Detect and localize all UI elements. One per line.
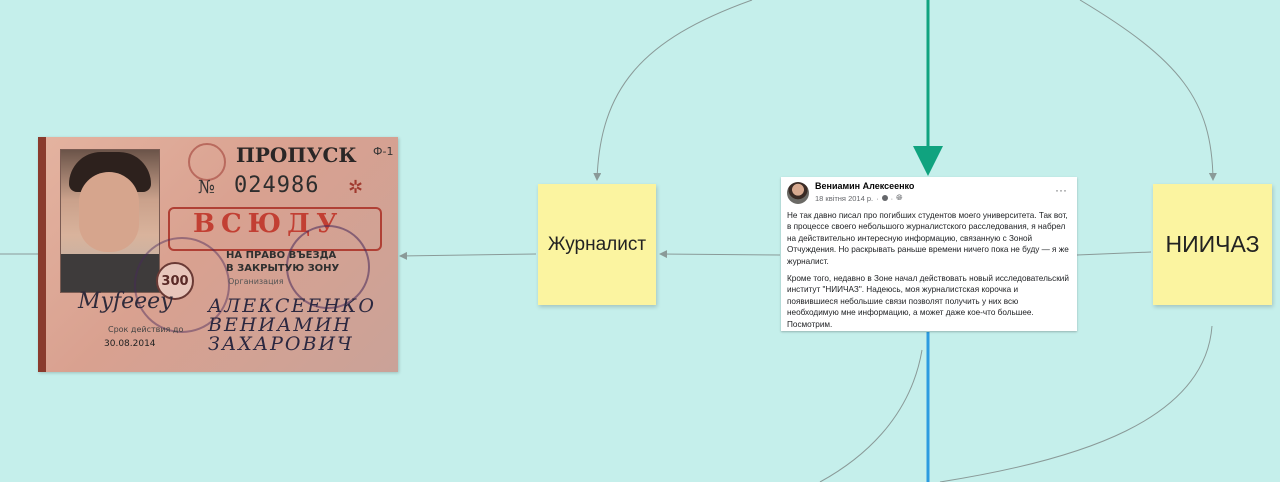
globe-icon: 🌐︎ [896,193,903,202]
pass-signature: Myfeeеу [78,289,173,314]
pass-number-sign: № [198,177,216,198]
sticky-note-journalist[interactable]: Журналист [538,184,656,305]
pass-title: ПРОПУСК [236,143,357,167]
connector-top-to-journalist [593,0,753,181]
post-author[interactable]: Вениамин Алексеенко [815,181,914,191]
connector-post-to-journalist [659,250,781,259]
separator-dot-icon-2: · [890,193,894,203]
settings-icon [881,195,888,201]
connector-top-to-niichaz [1079,0,1217,181]
pass-organization-label: Организация [228,277,284,286]
sticky-note-niichaz[interactable]: НИИЧАЗ [1153,184,1272,305]
pass-flourish-mark [188,143,226,181]
photo-face [79,172,139,252]
connector-post-bottom [819,349,923,482]
mind-map-canvas[interactable]: ПРОПУСК Ф-1 № 024986 ✲ ВСЮДУ НА ПРАВО ВЪ… [0,0,1280,482]
pass-right-line-1: НА ПРАВО ВЪЕЗДА [226,250,337,261]
social-post-card[interactable]: Вениамин Алексеенко 18 квітня 2014 р. · … [781,177,1077,331]
star-icon: ✲ [348,177,364,197]
avatar[interactable] [787,182,809,204]
more-options-icon[interactable]: ··· [1055,183,1067,197]
connector-journalist-to-pass [399,251,537,260]
pass-left-stripe [38,137,46,372]
post-paragraph: Не так давно писал про погибших студенто… [787,211,1069,266]
connector-niichaz-bottom [939,325,1213,482]
sticky-note-journalist-text: Журналист [547,233,647,255]
pass-document-image[interactable]: ПРОПУСК Ф-1 № 024986 ✲ ВСЮДУ НА ПРАВО ВЪ… [38,137,398,372]
pass-validity-label: Срок действия до [108,325,184,334]
post-paragraph: Кроме того, недавно в Зоне начал действо… [787,274,1069,329]
pass-holder-name: АЛЕКСЕЕНКО ВЕНИАМИН ЗАХАРОВИЧ [208,295,376,355]
post-body: Не так давно писал про погибших студенто… [787,210,1071,336]
pass-form-code: Ф-1 [373,145,394,158]
post-meta: 18 квітня 2014 р. · · 🌐︎ [815,193,903,203]
connector-post-to-niichaz [1076,251,1152,256]
pass-validity-date: 30.08.2014 [104,339,156,349]
pass-right-line-2: В ЗАКРЫТУЮ ЗОНУ [226,263,340,274]
pass-number: 024986 [234,173,320,198]
sticky-note-niichaz-text: НИИЧАЗ [1165,231,1260,257]
separator-dot-icon: · [876,193,879,203]
post-date[interactable]: 18 квітня 2014 р. [815,194,873,203]
pass-right-lines: НА ПРАВО ВЪЕЗДА В ЗАКРЫТУЮ ЗОНУ [226,249,376,275]
